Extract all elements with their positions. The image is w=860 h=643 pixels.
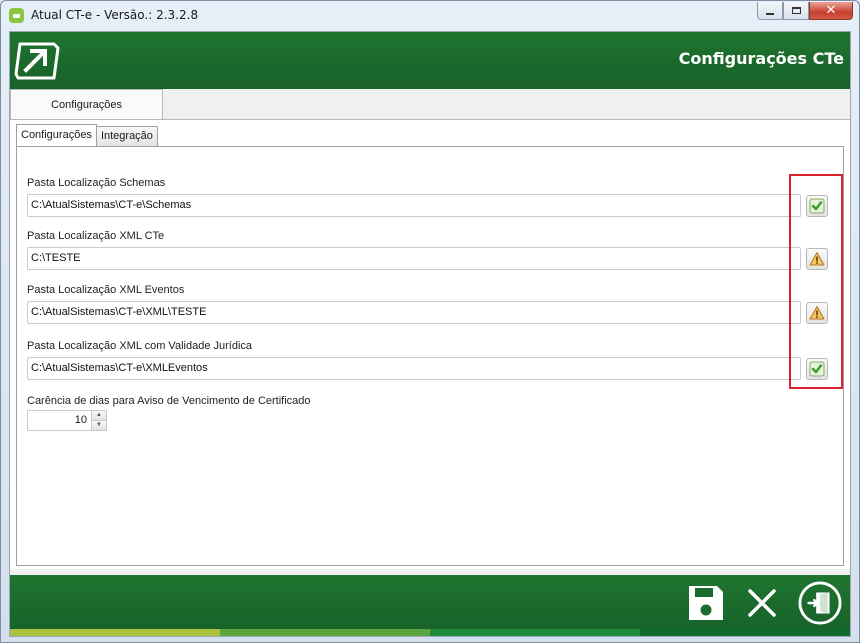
footer-color-stripe [10, 629, 850, 636]
outer-tab-panel: Configurações Integração Pasta Localizaç… [10, 119, 850, 569]
schemas-folder-label: Pasta Localização Schemas [27, 177, 166, 189]
maximize-icon [791, 7, 801, 14]
exit-button[interactable] [798, 581, 842, 625]
tab-configuracoes[interactable]: Configurações [16, 124, 97, 146]
arrow-logo-icon [14, 42, 60, 80]
tab-integracao[interactable]: Integração [95, 126, 158, 146]
certificate-days-value[interactable]: 10 [28, 411, 91, 430]
stripe-segment [430, 629, 640, 636]
schemas-folder-input[interactable]: C:\AtualSistemas\CT-e\Schemas [27, 194, 801, 217]
maximize-button[interactable] [783, 2, 809, 20]
exit-door-icon [798, 581, 842, 625]
cancel-button[interactable] [740, 581, 784, 625]
certificate-days-label: Carência de dias para Aviso de Venciment… [27, 395, 311, 407]
stepper-up-icon[interactable]: ▲ [92, 411, 106, 421]
page-title: Configurações CTe [678, 49, 844, 68]
window-controls: ✕ [757, 2, 853, 20]
close-window-button[interactable]: ✕ [809, 2, 853, 20]
xml-validade-folder-label: Pasta Localização XML com Validade Juríd… [27, 340, 253, 352]
save-button[interactable] [684, 581, 728, 625]
xml-eventos-folder-label: Pasta Localização XML Eventos [27, 284, 185, 296]
stripe-segment [220, 629, 430, 636]
status-highlight-box [789, 174, 843, 389]
floppy-disk-icon [689, 586, 723, 620]
footer-toolbar [10, 575, 850, 636]
certificate-days-stepper[interactable]: 10 ▲ ▼ [27, 410, 107, 431]
stepper-down-icon[interactable]: ▼ [92, 421, 106, 430]
xml-eventos-folder-input[interactable]: C:\AtualSistemas\CT-e\XML\TESTE [27, 301, 801, 324]
title-bar[interactable]: Atual CT-e - Versão.: 2.3.2.8 ✕ [1, 1, 859, 29]
stripe-segment [640, 629, 850, 636]
app-logo-icon [9, 8, 24, 23]
client-area: Configurações CTe Configurações Configur… [9, 31, 851, 637]
minimize-icon [766, 12, 774, 15]
close-x-icon [748, 589, 776, 617]
xml-cte-folder-input[interactable]: C:\TESTE [27, 247, 801, 270]
header-band: Configurações CTe [10, 32, 850, 89]
xml-validade-folder-input[interactable]: C:\AtualSistemas\CT-e\XMLEventos [27, 357, 801, 380]
tab-configuracoes-outer[interactable]: Configurações [10, 89, 163, 120]
settings-panel: Pasta Localização Schemas C:\AtualSistem… [16, 146, 844, 566]
app-window: Atual CT-e - Versão.: 2.3.2.8 ✕ Configur… [0, 0, 860, 643]
close-icon: ✕ [825, 3, 837, 18]
inner-tab-strip: Configurações Integração [16, 124, 158, 146]
minimize-button[interactable] [757, 2, 783, 20]
stripe-segment [10, 629, 220, 636]
window-title: Atual CT-e - Versão.: 2.3.2.8 [31, 8, 199, 22]
xml-cte-folder-label: Pasta Localização XML CTe [27, 230, 165, 242]
stepper-arrows: ▲ ▼ [91, 411, 106, 430]
